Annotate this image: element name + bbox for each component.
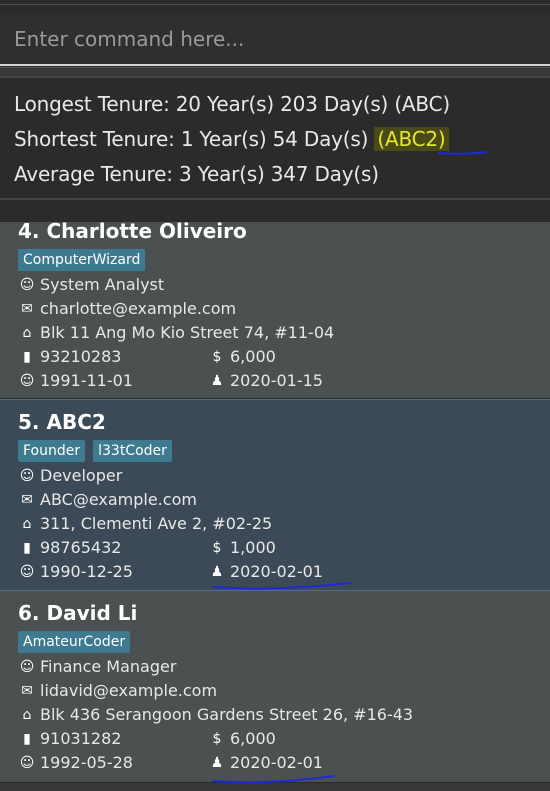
role-value: Finance Manager xyxy=(40,657,177,676)
email-row: ✉ charlotte@example.com xyxy=(18,299,236,318)
person-card[interactable]: 5. ABC2 Founder l33tCoder ☺ Developer ✉ ABC@ex… xyxy=(0,399,550,591)
annotation-underline-join-date xyxy=(212,582,351,590)
baby-face-icon: ☺ xyxy=(19,754,35,771)
birthday-value: 1992-05-28 xyxy=(40,753,133,772)
address-value: Blk 436 Serangoon Gardens Street 26, #16… xyxy=(40,705,414,724)
home-icon: ⌂ xyxy=(22,324,32,341)
user-tie-icon: ♟ xyxy=(210,754,224,771)
birthday-row: ☺ 1990-12-25 xyxy=(18,562,133,581)
phone-row: ▮ 91031282 xyxy=(18,729,121,748)
worker-face-icon: ☺ xyxy=(19,276,35,293)
salary-row: $6,000 xyxy=(208,347,276,366)
email-value: charlotte@example.com xyxy=(40,299,237,318)
home-icon: ⌂ xyxy=(22,515,32,532)
phone-icon: ▮ xyxy=(23,730,31,747)
salary-row: $1,000 xyxy=(208,538,276,557)
dollar-icon: $ xyxy=(212,348,222,365)
birthday-value: 1990-12-25 xyxy=(40,562,133,581)
phone-value: 93210283 xyxy=(40,347,122,366)
email-value: ABC@example.com xyxy=(40,490,197,509)
salary-value: 6,000 xyxy=(230,347,276,366)
salary-row: $6,000 xyxy=(208,729,276,748)
envelope-icon: ✉ xyxy=(21,300,33,317)
top-divider xyxy=(0,4,550,5)
phone-value: 98765432 xyxy=(40,538,122,557)
person-name: 4. Charlotte Oliveiro xyxy=(18,219,247,243)
annotation-underline-join-date xyxy=(212,775,335,784)
phone-icon: ▮ xyxy=(23,539,31,556)
worker-face-icon: ☺ xyxy=(19,467,35,484)
tag: Founder xyxy=(18,440,86,462)
phone-row: ▮ 98765432 xyxy=(18,538,121,557)
role-row: ☺ System Analyst xyxy=(18,275,164,294)
address-row: ⌂ Blk 436 Serangoon Gardens Street 26, #1… xyxy=(18,705,414,724)
person-name: 6. David Li xyxy=(18,601,138,625)
average-tenure-text: Average Tenure: 3 Year(s) 347 Day(s) xyxy=(14,162,379,186)
birthday-value: 1991-11-01 xyxy=(40,371,133,390)
role-value: Developer xyxy=(40,466,123,485)
command-input[interactable] xyxy=(0,14,550,66)
address-value: Blk 11 Ang Mo Kio Street 74, #11-04 xyxy=(40,323,335,342)
join-date-row: ♟ 2020-01-15 xyxy=(208,371,323,390)
envelope-icon: ✉ xyxy=(21,491,33,508)
address-row: ⌂ Blk 11 Ang Mo Kio Street 74, #11-04 xyxy=(18,323,335,342)
tag: l33tCoder xyxy=(93,440,172,462)
tag-list: Founder l33tCoder xyxy=(18,440,172,462)
join-date-value: 2020-01-15 xyxy=(230,371,323,390)
person-card[interactable]: 4. Charlotte Oliveiro ComputerWizard ☺ Syst… xyxy=(0,219,550,399)
phone-value: 91031282 xyxy=(40,729,122,748)
birthday-row: ☺ 1991-11-01 xyxy=(18,371,133,390)
join-date-row: ♟ 2020-02-01 xyxy=(208,753,323,772)
salary-value: 1,000 xyxy=(230,538,276,557)
shortest-tenure-prefix: Shortest Tenure: 1 Year(s) 54 Day(s) xyxy=(14,127,375,151)
baby-face-icon: ☺ xyxy=(19,563,35,580)
email-row: ✉ lidavid@example.com xyxy=(18,681,217,700)
annotation-underline-shortest xyxy=(438,151,487,155)
dollar-icon: $ xyxy=(212,730,222,747)
email-value: lidavid@example.com xyxy=(40,681,218,700)
tag-list: AmateurCoder xyxy=(18,631,131,653)
role-row: ☺ Developer xyxy=(18,466,123,485)
home-icon: ⌂ xyxy=(22,706,32,723)
join-date-value: 2020-02-01 xyxy=(230,753,323,772)
address-value: 311, Clementi Ave 2, #02-25 xyxy=(40,514,273,533)
salary-value: 6,000 xyxy=(230,729,276,748)
shortest-tenure-text: Shortest Tenure: 1 Year(s) 54 Day(s) (AB… xyxy=(14,127,449,151)
worker-face-icon: ☺ xyxy=(19,658,35,675)
user-tie-icon: ♟ xyxy=(210,372,224,389)
tag: AmateurCoder xyxy=(18,631,131,653)
role-value: System Analyst xyxy=(40,275,165,294)
baby-face-icon: ☺ xyxy=(19,372,35,389)
longest-tenure-text: Longest Tenure: 20 Year(s) 203 Day(s) (A… xyxy=(14,92,450,116)
tag: ComputerWizard xyxy=(18,249,146,271)
person-name: 5. ABC2 xyxy=(18,410,106,434)
dollar-icon: $ xyxy=(212,539,222,556)
role-row: ☺ Finance Manager xyxy=(18,657,177,676)
phone-icon: ▮ xyxy=(23,348,31,365)
address-row: ⌂ 311, Clementi Ave 2, #02-25 xyxy=(18,514,273,533)
command-box-area xyxy=(0,0,550,68)
birthday-row: ☺ 1992-05-28 xyxy=(18,753,133,772)
phone-row: ▮ 93210283 xyxy=(18,347,121,366)
person-card[interactable]: 6. David Li AmateurCoder ☺ Finance Manager ✉… xyxy=(0,591,550,783)
envelope-icon: ✉ xyxy=(21,682,33,699)
tag-list: ComputerWizard xyxy=(18,249,146,271)
email-row: ✉ ABC@example.com xyxy=(18,490,197,509)
result-display: Longest Tenure: 20 Year(s) 203 Day(s) (A… xyxy=(0,76,550,200)
